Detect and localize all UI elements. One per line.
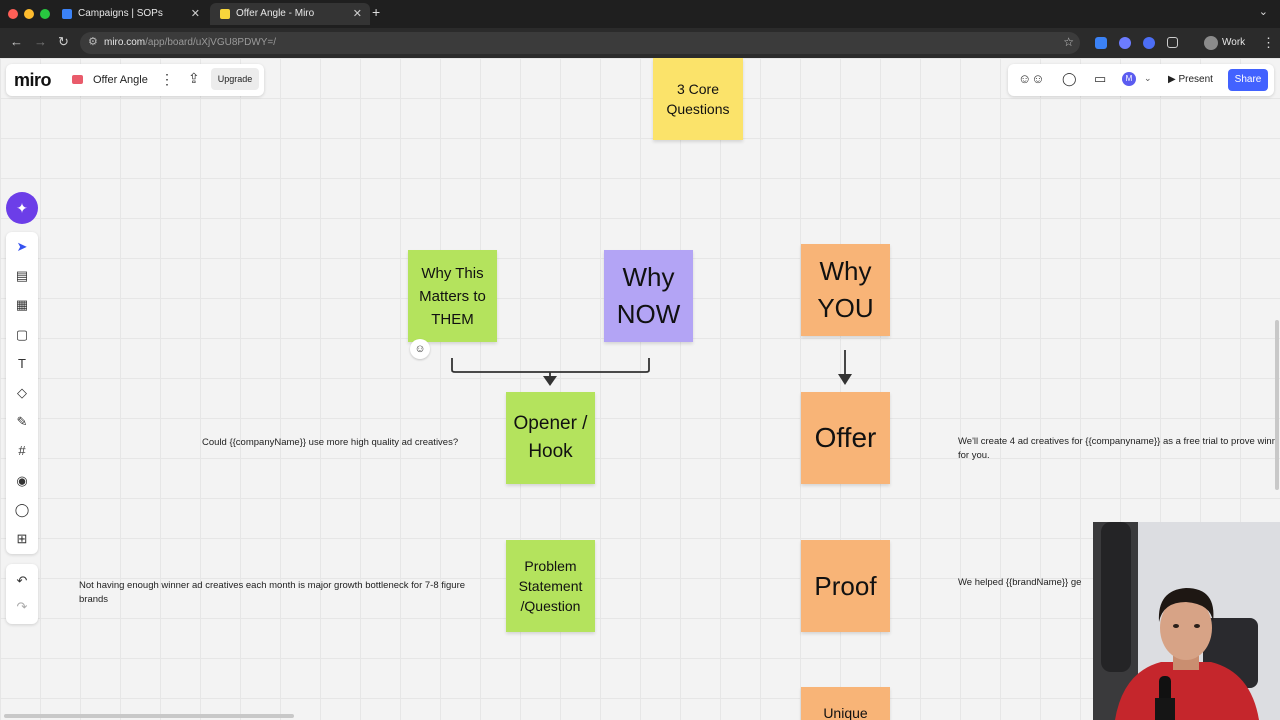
browser-menu-icon[interactable]: ⋮ — [1262, 35, 1275, 51]
presenter-video — [1093, 522, 1280, 720]
tab-offer-angle[interactable]: Offer Angle - Miro ✕ — [210, 3, 370, 25]
url-input[interactable]: ⚙ miro.com/app/board/uXjVGU8PDWY=/ ☆ — [80, 32, 1080, 54]
connectors — [451, 350, 852, 386]
sticky-text: Why This Matters to THEM — [419, 264, 486, 328]
sticky-why-now[interactable]: Why NOW — [604, 250, 693, 342]
sticky-why-matters[interactable]: Why This Matters to THEM — [408, 250, 497, 342]
sticky-problem[interactable]: Problem Statement /Question — [506, 540, 595, 632]
board-canvas[interactable]: miro Offer Angle ⋮ ⇪ Upgrade ☺☺ ◯ ▭ M ⌄ … — [0, 58, 1280, 720]
sticky-proof[interactable]: Proof — [801, 540, 890, 632]
sticky-text: 3 Core Questions — [666, 81, 730, 117]
sticky-unique[interactable]: Unique — [801, 687, 890, 720]
note-offer-text: We'll create 4 ad creatives for {{compan… — [958, 436, 1278, 461]
bracket-connector — [451, 358, 650, 373]
url-host: miro.com — [104, 37, 146, 48]
horizontal-scrollbar[interactable] — [4, 714, 294, 718]
tab-title: Offer Angle - Miro — [236, 8, 315, 19]
back-icon[interactable]: ← — [10, 34, 23, 49]
sticky-offer[interactable]: Offer — [801, 392, 890, 484]
close-window-icon[interactable] — [8, 9, 18, 19]
sticky-opener-hook[interactable]: Opener / Hook — [506, 392, 595, 484]
url-text: miro.com/app/board/uXjVGU8PDWY=/ — [104, 37, 276, 48]
maximize-window-icon[interactable] — [40, 9, 50, 19]
extensions-puzzle-icon[interactable] — [1167, 37, 1178, 48]
sticky-text: Offer — [814, 422, 877, 453]
miro-favicon-icon — [220, 9, 230, 19]
sticky-text: Why YOU — [817, 256, 874, 323]
bookmark-star-icon[interactable]: ☆ — [1063, 35, 1074, 49]
tab-search-chevron-icon[interactable]: ⌄ — [1259, 5, 1268, 18]
close-tab-icon[interactable]: ✕ — [191, 3, 200, 25]
sticky-core-questions[interactable]: 3 Core Questions — [653, 58, 743, 140]
note-hook[interactable]: Could {{companyName}} use more high qual… — [202, 436, 502, 450]
sticky-text: Unique — [823, 705, 868, 720]
sticky-text: Opener / Hook — [513, 413, 588, 462]
browser-address-bar: ← → ↻ ⚙ miro.com/app/board/uXjVGU8PDWY=/… — [0, 28, 1280, 58]
new-tab-icon[interactable]: + — [372, 4, 380, 20]
sticky-why-you[interactable]: Why YOU — [801, 244, 890, 336]
profile-avatar[interactable] — [1204, 36, 1218, 50]
extension-icon[interactable] — [1095, 37, 1107, 49]
close-tab-icon[interactable]: ✕ — [353, 3, 362, 25]
sticky-text: Why NOW — [616, 262, 681, 329]
minimize-window-icon[interactable] — [24, 9, 34, 19]
tab-title: Campaigns | SOPs — [78, 8, 163, 19]
url-path: /app/board/uXjVGU8PDWY=/ — [145, 37, 277, 48]
tab-campaigns[interactable]: Campaigns | SOPs ✕ — [52, 3, 208, 25]
site-settings-icon[interactable]: ⚙ — [88, 35, 98, 48]
reload-icon[interactable]: ↻ — [58, 34, 69, 50]
note-problem[interactable]: Not having enough winner ad creatives ea… — [79, 579, 494, 607]
profile-label[interactable]: Work — [1222, 37, 1245, 48]
vertical-scrollbar[interactable] — [1275, 320, 1279, 490]
sticky-text: Proof — [814, 570, 877, 601]
arrowhead — [543, 376, 557, 386]
extension-icon[interactable] — [1119, 37, 1131, 49]
arrowhead — [838, 374, 852, 385]
note-proof[interactable]: We helped {{brandName}} ge — [958, 576, 1098, 590]
sticky-text: Problem Statement /Question — [518, 558, 583, 614]
extension-icon[interactable] — [1143, 37, 1155, 49]
forward-icon[interactable]: → — [34, 34, 47, 49]
sops-favicon-icon — [62, 9, 72, 19]
note-offer[interactable]: We'll create 4 ad creatives for {{compan… — [958, 435, 1278, 463]
add-reaction-icon[interactable]: ☺ — [410, 339, 430, 359]
browser-tab-bar: Campaigns | SOPs ✕ Offer Angle - Miro ✕ … — [0, 0, 1280, 28]
webcam-overlay — [1093, 522, 1280, 720]
